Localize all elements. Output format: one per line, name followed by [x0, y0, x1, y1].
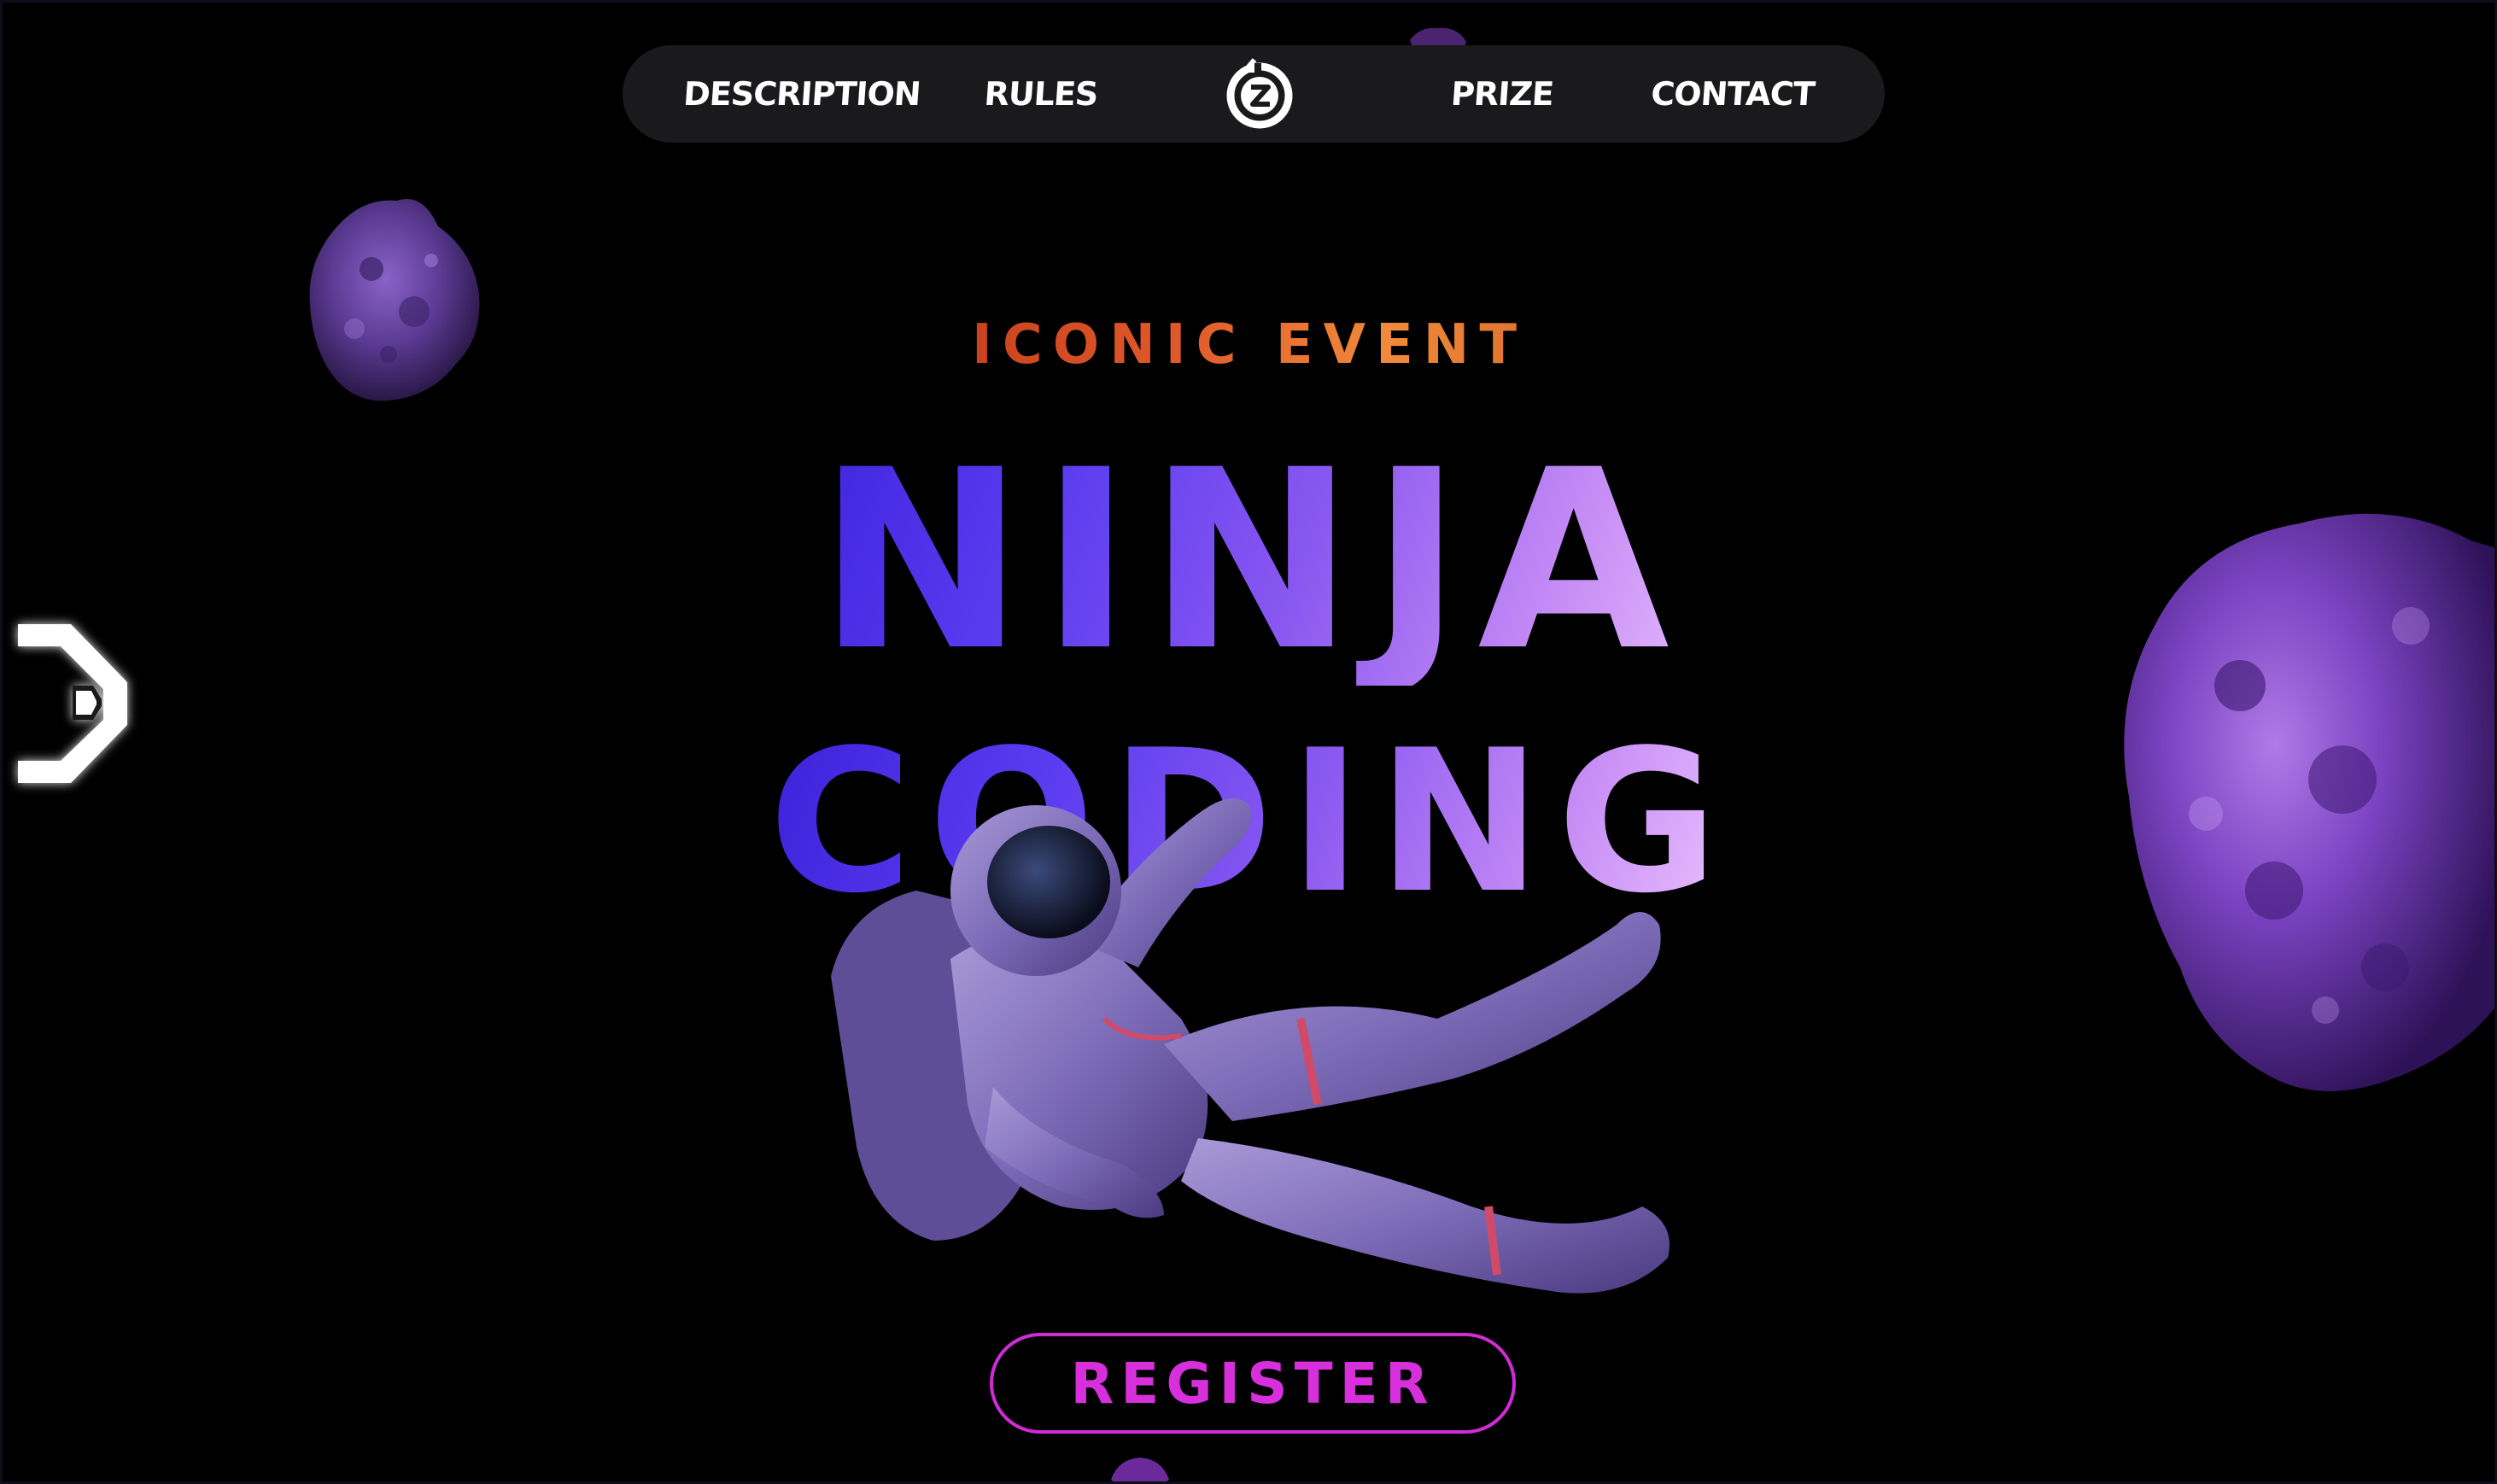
astronaut-icon — [831, 798, 1670, 1294]
chevron-right-icon[interactable] — [11, 616, 132, 786]
nav-description-link[interactable]: DESCRIPTION — [670, 45, 933, 143]
nav-prize-link[interactable]: PRIZE — [1413, 45, 1591, 143]
nav-rules-link[interactable]: RULES — [952, 45, 1130, 143]
nav-contact-link[interactable]: CONTACT — [1610, 45, 1856, 143]
page: DESCRIPTION RULES PRIZE CONTACT ICONIC E… — [0, 0, 2497, 1484]
register-button[interactable]: REGISTER — [990, 1333, 1516, 1434]
top-nav: DESCRIPTION RULES PRIZE CONTACT — [623, 45, 1885, 143]
asteroid-icon — [309, 199, 480, 401]
event-eyebrow: ICONIC EVENT — [908, 313, 1591, 377]
asteroid-icon — [1111, 1458, 1169, 1481]
asteroid-icon — [2124, 513, 2494, 1091]
title-line-ninja: NINJA — [739, 438, 1763, 686]
circle-z-logo-icon[interactable] — [1220, 55, 1299, 133]
